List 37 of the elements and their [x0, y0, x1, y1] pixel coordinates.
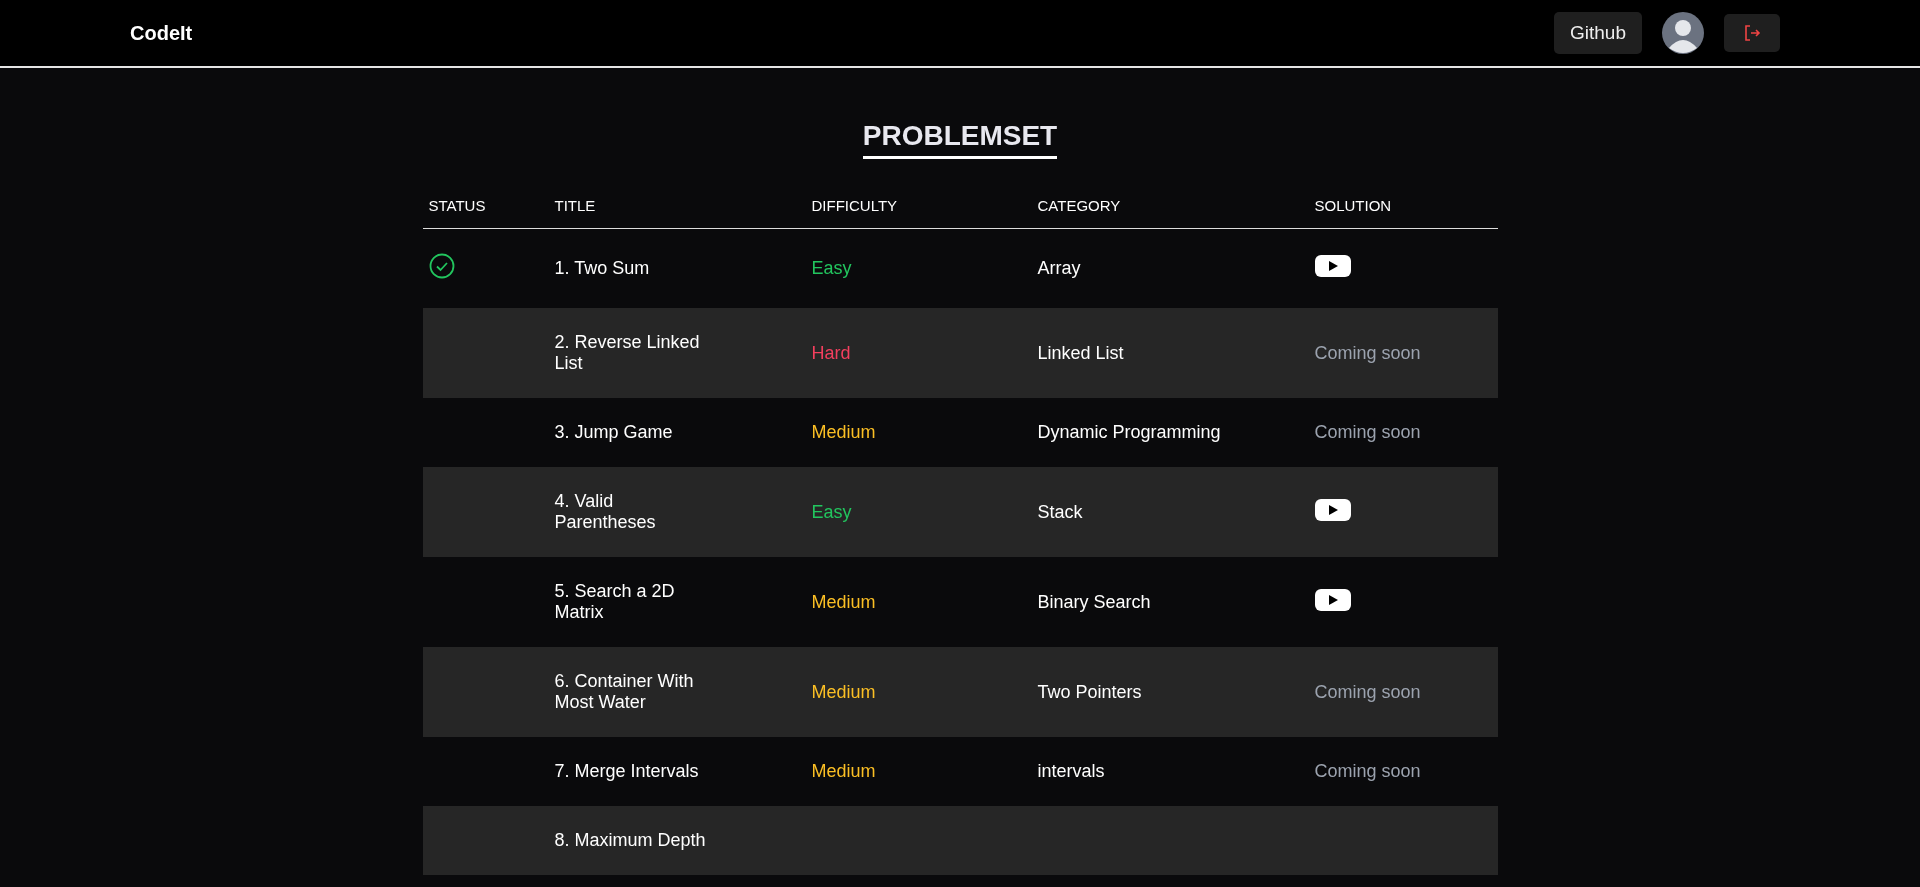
- problem-title[interactable]: 8. Maximum Depth: [554, 830, 706, 851]
- category-label: intervals: [1037, 761, 1105, 781]
- column-header: SOLUTION: [1308, 189, 1498, 229]
- coming-soon-label: Coming soon: [1314, 422, 1421, 442]
- category-label: Array: [1037, 258, 1081, 278]
- category-label: Linked List: [1037, 342, 1124, 363]
- coming-soon-label: Coming soon: [1314, 761, 1421, 781]
- problem-title[interactable]: 3. Jump Game: [554, 422, 673, 443]
- problem-title[interactable]: 1. Two Sum: [554, 258, 650, 279]
- brand-logo[interactable]: CodeIt: [130, 21, 193, 45]
- difficulty-label: Hard: [811, 342, 851, 363]
- category-label: Dynamic Programming: [1037, 422, 1221, 442]
- video-play-icon[interactable]: [1314, 496, 1351, 523]
- coming-soon-label: Coming soon: [1314, 681, 1421, 702]
- github-button[interactable]: Github: [1554, 12, 1642, 54]
- logout-button[interactable]: [1724, 14, 1780, 52]
- video-play-icon[interactable]: [1314, 586, 1351, 613]
- column-header: DIFFICULTY: [805, 189, 1032, 229]
- problem-title[interactable]: 7. Merge Intervals: [554, 761, 699, 782]
- difficulty-label: Medium: [811, 681, 876, 702]
- category-label: Stack: [1037, 501, 1083, 522]
- difficulty-label: Medium: [811, 761, 876, 781]
- category-label: Binary Search: [1037, 591, 1151, 612]
- difficulty-label: Medium: [811, 591, 876, 612]
- avatar-icon[interactable]: [1662, 12, 1704, 54]
- difficulty-label: Easy: [811, 501, 852, 522]
- category-label: Two Pointers: [1037, 681, 1142, 702]
- column-header: TITLE: [548, 189, 806, 229]
- problem-title[interactable]: 5. Search a 2D Matrix: [554, 581, 715, 623]
- page-title: PROBLEMSET: [862, 120, 1058, 159]
- column-header: STATUS: [422, 189, 549, 229]
- coming-soon-label: Coming soon: [1314, 342, 1421, 363]
- column-header: CATEGORY: [1031, 189, 1309, 229]
- video-play-icon[interactable]: [1314, 253, 1351, 279]
- difficulty-label: Medium: [811, 422, 876, 442]
- logout-icon: [1743, 24, 1761, 42]
- difficulty-label: Easy: [811, 258, 852, 278]
